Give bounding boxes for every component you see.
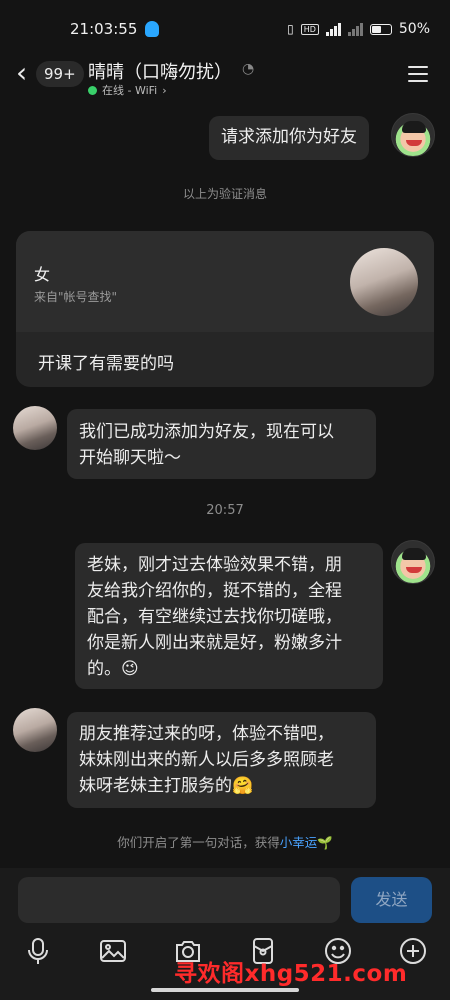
notice-text: 你们开启了第一句对话，获得 [117, 835, 280, 850]
message-line: 的。😉 [87, 659, 139, 679]
message-bubble-theirs[interactable]: 我们已成功添加为好友，现在可以 开始聊天啦～ [67, 409, 376, 479]
status-bar: 21:03:55 ▯ HD 50% [0, 0, 450, 58]
message-text: 请求添加你为好友 [221, 127, 357, 147]
message-line: 友给我介绍你的，挺不错的，全程 [87, 581, 342, 601]
first-conversation-notice: 你们开启了第一句对话，获得小幸运🌱 [0, 832, 450, 851]
presence-status[interactable]: 在线 - WiFi › [88, 82, 167, 98]
my-avatar[interactable] [391, 113, 435, 157]
contact-avatar[interactable] [13, 708, 57, 752]
vibrate-icon: ▯ [287, 22, 294, 36]
unread-count-badge[interactable]: 99+ [36, 61, 84, 87]
image-icon[interactable] [98, 936, 128, 966]
watermark-text: 寻欢阁xhg521.com [174, 961, 408, 987]
earpiece-icon: ◔ [242, 61, 255, 77]
message-bubble-theirs[interactable]: 朋友推荐过来的呀，体验不错吧， 妹妹刚出来的新人以后多多照顾老 妹呀老妹主打服务… [67, 712, 376, 808]
presence-text: 在线 - WiFi [102, 84, 158, 97]
signal-icon [325, 22, 341, 36]
message-line: 我们已成功添加为好友，现在可以 [79, 422, 334, 442]
request-gender: 女 [34, 265, 51, 284]
message-input[interactable] [18, 877, 340, 923]
lucky-link[interactable]: 小幸运🌱 [280, 835, 333, 850]
timestamp: 20:57 [206, 503, 244, 518]
send-button[interactable]: 发送 [351, 877, 432, 923]
chevron-right-icon: › [162, 83, 167, 97]
my-avatar[interactable] [391, 540, 435, 584]
online-dot-icon [88, 85, 97, 95]
back-arrow-icon[interactable]: ‹ [16, 59, 32, 88]
request-avatar[interactable] [350, 248, 418, 316]
system-message: 以上为验证消息 [182, 187, 267, 201]
message-bubble-mine[interactable]: 老妹，刚才过去体验效果不错，朋 友给我介绍你的，挺不错的，全程 配合，有空继续过… [75, 543, 383, 689]
qq-icon [145, 21, 160, 37]
message-line: 妹呀老妹主打服务的🤗 [79, 776, 254, 796]
hd-icon: HD [300, 23, 319, 35]
message-bubble-mine[interactable]: 请求添加你为好友 [209, 116, 369, 160]
contact-avatar[interactable] [13, 406, 57, 450]
message-line: 开始聊天啦～ [79, 448, 181, 468]
friend-request-card[interactable]: 女 来自"帐号查找" 开课了有需要的吗 [16, 231, 434, 387]
message-line: 妹妹刚出来的新人以后多多照顾老 [79, 750, 334, 770]
message-line: 老妹，刚才过去体验效果不错，朋 [87, 555, 342, 575]
microphone-icon[interactable] [23, 936, 53, 966]
request-source: 来自"帐号查找" [34, 290, 118, 304]
request-message: 开课了有需要的吗 [38, 354, 174, 374]
chat-header: ‹ 99+ 晴晴（口嗨勿扰） ◔ 在线 - WiFi › [0, 58, 450, 102]
home-indicator[interactable] [151, 988, 299, 992]
message-line: 朋友推荐过来的呀，体验不错吧， [79, 724, 334, 744]
menu-icon[interactable] [408, 66, 428, 82]
message-line: 你是新人刚出来就是好，粉嫩多汁 [87, 633, 342, 653]
message-line: 配合，有空继续过去找你切磋哦， [87, 607, 342, 627]
status-time: 21:03:55 [70, 20, 138, 38]
contact-name[interactable]: 晴晴（口嗨勿扰） [88, 58, 232, 84]
battery-icon [369, 23, 392, 35]
battery-percent: 50% [398, 21, 430, 37]
signal-icon-secondary [347, 22, 363, 36]
